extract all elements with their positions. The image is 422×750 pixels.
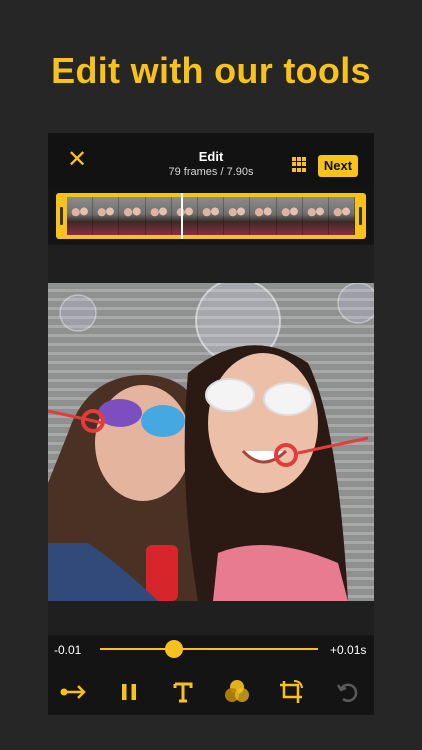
speed-slider-track[interactable]: [100, 648, 318, 650]
frame-thumbnail: [119, 197, 146, 235]
undo-icon: [336, 683, 358, 702]
trim-handle-left[interactable]: [60, 207, 63, 225]
frame-thumbnails: [67, 197, 355, 235]
frame-thumbnail: [302, 197, 329, 235]
video-preview: [48, 283, 374, 601]
timeline: [48, 185, 374, 245]
headline: Edit with our tools: [51, 50, 371, 91]
frame-strip[interactable]: [56, 193, 366, 239]
frame-thumbnail: [171, 197, 198, 235]
frame-thumbnail: [250, 197, 277, 235]
frame-thumbnail: [67, 197, 94, 235]
pause-icon: [122, 684, 136, 700]
frame-thumbnail: [224, 197, 251, 235]
app-screen: ✕ Edit 79 frames / 7.90s Next -0.01 +0.0…: [48, 133, 374, 715]
color-filter-icon: [225, 680, 249, 702]
preview-image: [48, 283, 374, 601]
frame-thumbnail: [145, 197, 172, 235]
playhead[interactable]: [181, 193, 183, 239]
spacer: [48, 245, 374, 283]
top-bar: ✕ Edit 79 frames / 7.90s Next: [48, 133, 374, 185]
crop-button[interactable]: [276, 677, 306, 707]
frame-thumbnail: [197, 197, 225, 235]
text-button[interactable]: [168, 677, 198, 707]
next-button[interactable]: Next: [318, 155, 358, 177]
spacer: [48, 601, 374, 635]
text-icon: [173, 682, 193, 703]
frame-thumbnail: [93, 197, 120, 235]
undo-button[interactable]: [332, 677, 362, 707]
frame-thumbnail: [276, 197, 303, 235]
trim-handle-right[interactable]: [359, 207, 362, 225]
start-time-label: -0.01: [54, 643, 82, 657]
filter-button[interactable]: [222, 677, 252, 707]
arrow-direction-icon: [60, 685, 86, 699]
pause-button[interactable]: [114, 677, 144, 707]
end-time-label: +0.01s: [330, 643, 367, 657]
frame-thumbnail: [328, 197, 355, 235]
crop-rotate-icon: [280, 680, 303, 703]
edit-toolbar: [48, 677, 374, 707]
playback-controls: -0.01 +0.01s: [48, 635, 374, 715]
grid-icon[interactable]: [292, 157, 307, 172]
direction-button[interactable]: [58, 677, 88, 707]
speed-slider-knob[interactable]: [165, 640, 184, 658]
